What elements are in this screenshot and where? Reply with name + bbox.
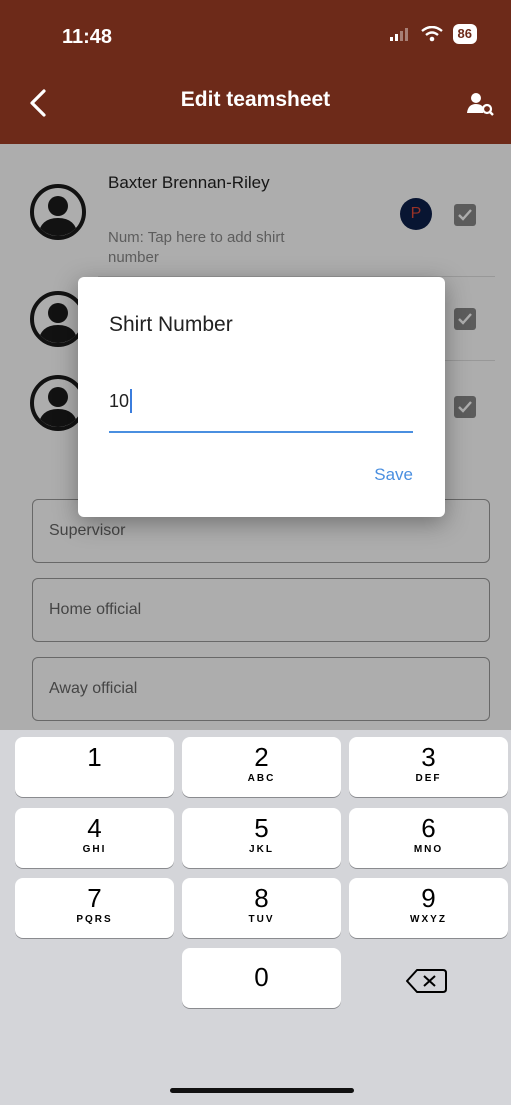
key-letters: PQRS <box>76 914 113 925</box>
key-0[interactable]: 0 <box>182 948 341 1008</box>
status-icons: 86 <box>389 24 477 44</box>
key-letters: GHI <box>82 844 107 855</box>
home-indicator <box>170 1088 354 1093</box>
cellular-signal-icon <box>389 28 408 41</box>
delete-key[interactable] <box>349 950 508 1010</box>
backspace-icon <box>406 969 447 993</box>
key-digit: 0 <box>254 962 269 992</box>
key-digit: 5 <box>254 813 269 843</box>
key-2[interactable]: 2 ABC <box>182 737 341 797</box>
key-digit: 9 <box>421 883 436 913</box>
key-1[interactable]: 1 <box>15 737 174 797</box>
key-9[interactable]: 9 WXYZ <box>349 878 508 938</box>
wifi-icon <box>420 26 443 42</box>
key-digit: 4 <box>87 813 102 843</box>
key-letters: TUV <box>248 914 275 925</box>
dialog-title: Shirt Number <box>109 313 233 336</box>
key-3[interactable]: 3 DEF <box>349 737 508 797</box>
app-header: 11:48 86 Edit teamsheet <box>0 0 511 144</box>
status-time: 11:48 <box>62 26 113 48</box>
key-digit: 8 <box>254 883 269 913</box>
key-digit: 2 <box>254 742 269 772</box>
key-letters: ABC <box>247 773 276 784</box>
numeric-keypad: 1 2 ABC 3 DEF 4 GHI 5 JKL 6 MNO 7 PQRS 8 <box>0 730 511 1105</box>
screen: 11:48 86 Edit teamsheet Baxter Brennan-R… <box>0 0 511 1105</box>
save-button[interactable]: Save <box>374 465 413 485</box>
shirt-number-value: 10 <box>109 391 130 411</box>
key-letters: DEF <box>415 773 442 784</box>
key-6[interactable]: 6 MNO <box>349 808 508 868</box>
key-digit: 1 <box>87 742 102 772</box>
battery-indicator: 86 <box>452 24 477 44</box>
key-digit: 6 <box>421 813 436 843</box>
key-8[interactable]: 8 TUV <box>182 878 341 938</box>
key-digit: 7 <box>87 883 102 913</box>
shirt-number-input[interactable]: 10 <box>109 387 413 433</box>
key-digit: 3 <box>421 742 436 772</box>
key-letters: MNO <box>413 844 444 855</box>
key-letters: JKL <box>249 844 274 855</box>
key-5[interactable]: 5 JKL <box>182 808 341 868</box>
page-title: Edit teamsheet <box>180 88 331 111</box>
person-search-icon[interactable] <box>465 88 495 118</box>
shirt-number-dialog: Shirt Number 10 Save <box>78 277 445 517</box>
key-7[interactable]: 7 PQRS <box>15 878 174 938</box>
key-4[interactable]: 4 GHI <box>15 808 174 868</box>
key-letters: WXYZ <box>410 914 447 925</box>
text-caret <box>130 389 132 413</box>
